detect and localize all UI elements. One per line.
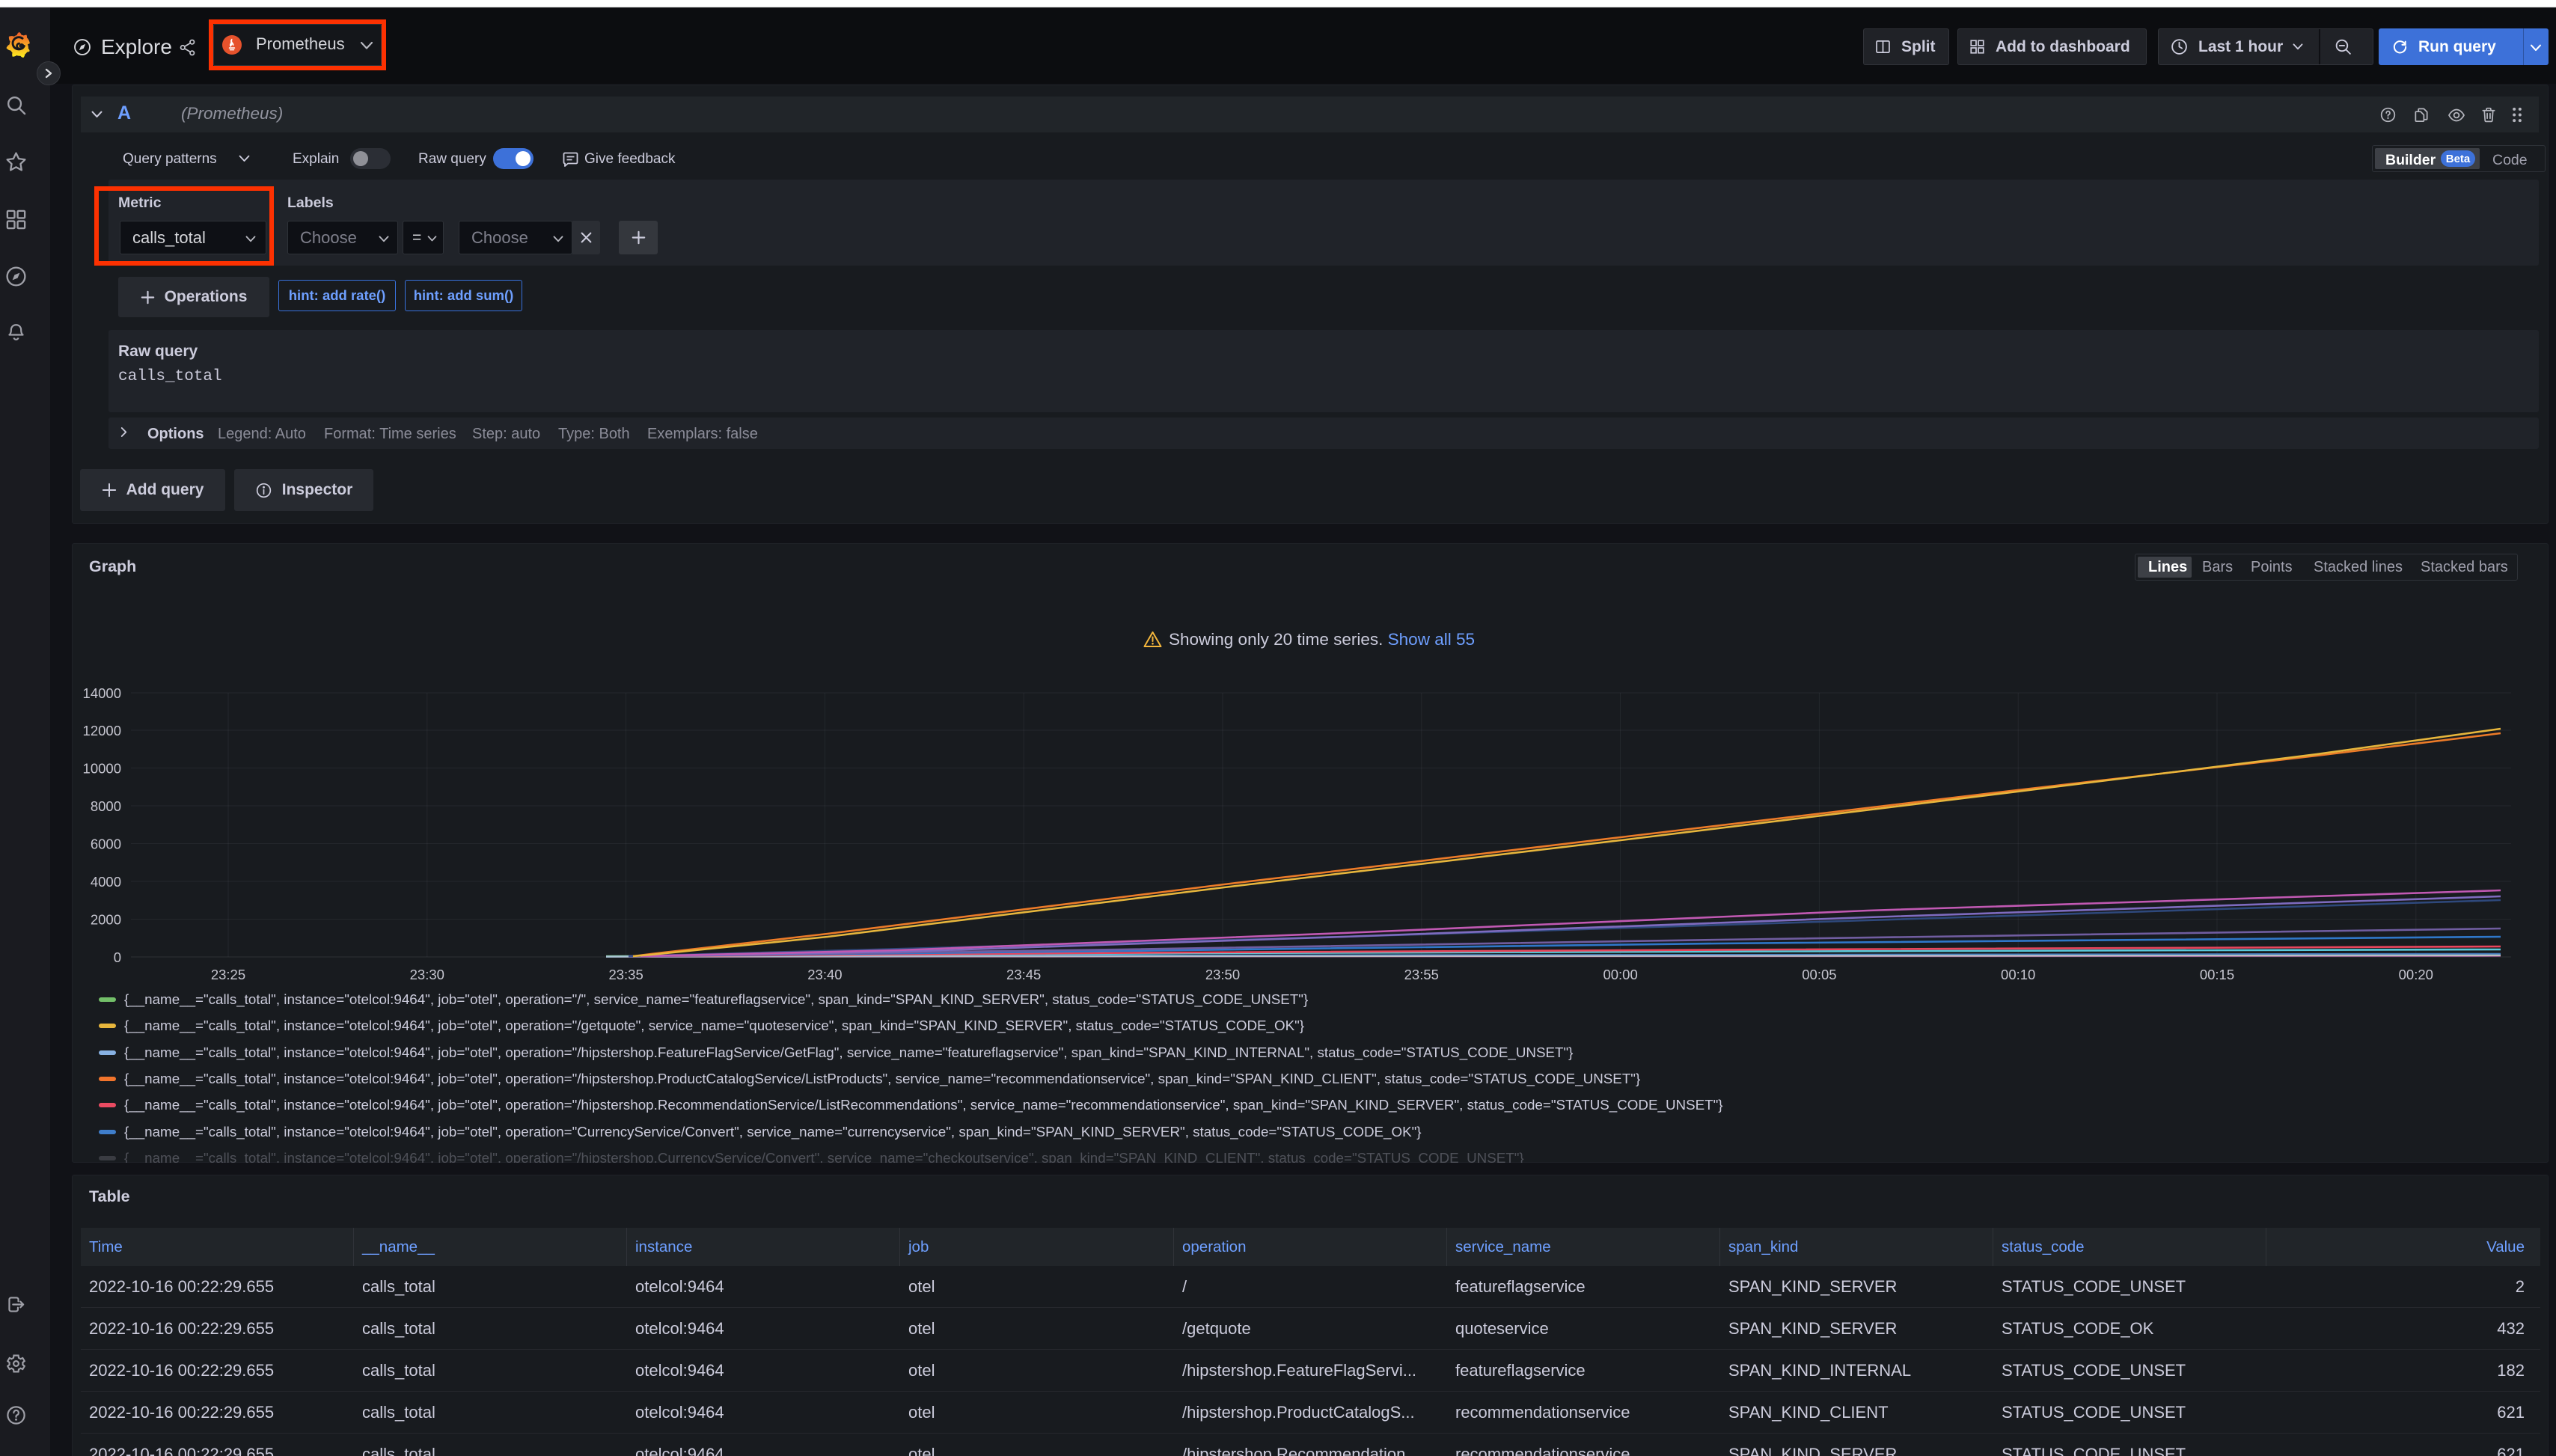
svg-text:23:50: 23:50 (1205, 967, 1240, 982)
svg-text:00:20: 00:20 (2399, 967, 2433, 982)
svg-text:8000: 8000 (91, 798, 121, 814)
svg-text:00:10: 00:10 (2001, 967, 2035, 982)
svg-text:6000: 6000 (91, 836, 121, 852)
svg-text:14000: 14000 (83, 685, 121, 701)
svg-text:23:30: 23:30 (410, 967, 444, 982)
svg-text:00:00: 00:00 (1603, 967, 1637, 982)
svg-text:10000: 10000 (83, 761, 121, 777)
svg-text:00:05: 00:05 (1802, 967, 1836, 982)
svg-text:23:25: 23:25 (211, 967, 245, 982)
svg-text:12000: 12000 (83, 723, 121, 738)
svg-text:23:55: 23:55 (1404, 967, 1439, 982)
svg-text:2000: 2000 (91, 912, 121, 928)
svg-text:00:15: 00:15 (2200, 967, 2234, 982)
svg-text:23:35: 23:35 (608, 967, 643, 982)
svg-text:23:40: 23:40 (807, 967, 842, 982)
svg-text:23:45: 23:45 (1006, 967, 1041, 982)
svg-text:0: 0 (114, 949, 121, 965)
svg-text:4000: 4000 (91, 874, 121, 890)
